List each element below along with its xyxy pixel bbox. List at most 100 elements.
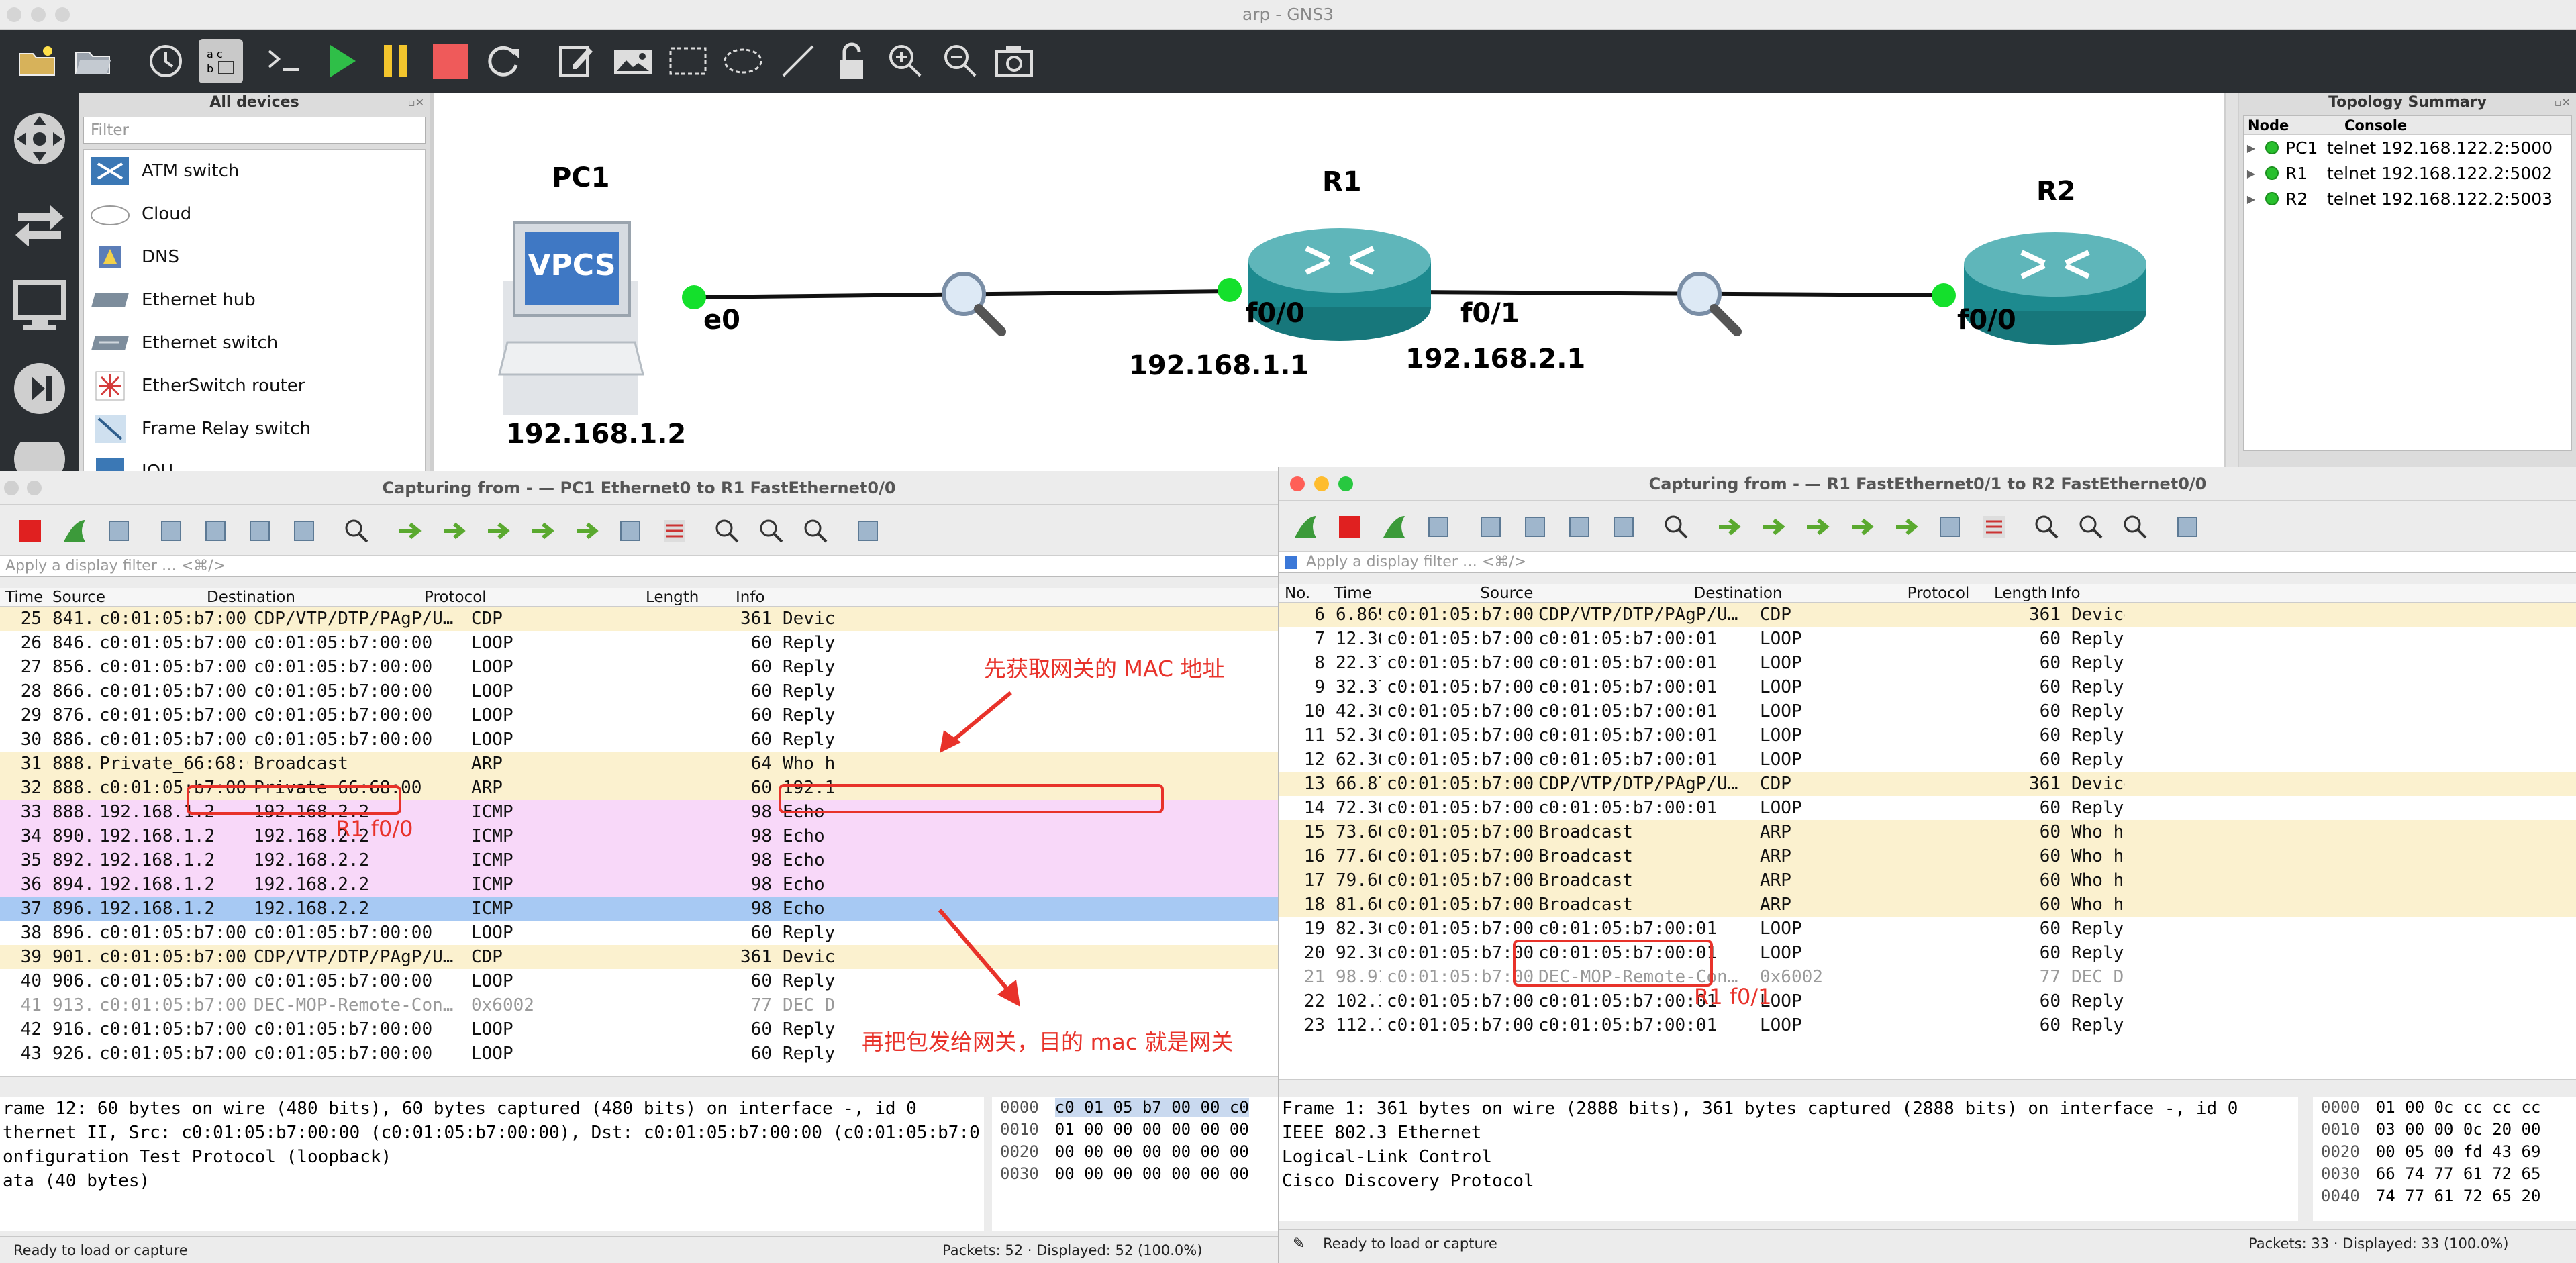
packet-row[interactable]: 2198.918946c0:01:05:b7:00:01DEC-MOP-Remo…: [1279, 965, 2576, 989]
detail-line[interactable]: rame 12: 60 bytes on wire (480 bits), 60…: [3, 1097, 984, 1121]
canvas-scrollbar[interactable]: [2226, 93, 2238, 476]
packet-row[interactable]: 7 12.361140 c0:01:05:b7:00:01c0:01:05:b7:0…: [1279, 627, 2576, 651]
packet-row[interactable]: 31 888.077428Private_66:68:00 Broadcast ARP…: [0, 752, 1278, 776]
resize-columns-icon[interactable]: [851, 514, 885, 548]
close-dot[interactable]: [7, 7, 21, 22]
packet-row[interactable]: 2092.365360c0:01:05:b7:00:01c0:01:05:b7:…: [1279, 941, 2576, 965]
packet-row[interactable]: 35 892.085333192.168.1.2 192.168.2.2 ICMP 98…: [0, 848, 1278, 872]
draw-ellipse-icon[interactable]: [721, 39, 765, 83]
insert-picture-icon[interactable]: [611, 39, 655, 83]
reload-file-icon[interactable]: [1607, 510, 1640, 544]
packet-row[interactable]: 40906.822128c0:01:05:b7:00:00c0:01:05:b7…: [0, 969, 1278, 993]
packet-row[interactable]: 23 112.367450 c0:01:05:b7:00:01c0:01:05:b7…: [1279, 1013, 2576, 1038]
resize-columns-icon[interactable]: [2171, 510, 2204, 544]
ws1-min-dot[interactable]: [27, 481, 42, 495]
reload-file-icon[interactable]: [287, 514, 321, 548]
ws2-zoom-dot[interactable]: [1338, 476, 1353, 491]
browse-switches-icon[interactable]: [9, 192, 70, 252]
go-forward-icon[interactable]: [436, 514, 470, 548]
find-packet-icon[interactable]: [340, 514, 373, 548]
close-file-icon[interactable]: [243, 514, 277, 548]
device-filter-input[interactable]: Filter: [83, 117, 426, 144]
summary-row-r1[interactable]: ▶ R1 telnet 192.168.122.2:5002: [2244, 160, 2571, 186]
device-item-cloud[interactable]: Cloud: [84, 193, 425, 236]
ws1-close-dot[interactable]: [4, 481, 19, 495]
expand-arrow-icon[interactable]: ▶: [2244, 167, 2259, 180]
draw-line-icon[interactable]: [776, 39, 820, 83]
stop-all-icon[interactable]: [428, 39, 473, 83]
col-header-protocol[interactable]: Protocol: [419, 588, 640, 606]
packet-row[interactable]: 19 82.368906 c0:01:05:b7:00:01c0:01:05:b7:…: [1279, 917, 2576, 941]
summary-row-pc1[interactable]: ▶ PC1 telnet 192.168.122.2:5000: [2244, 135, 2571, 160]
screenshot-icon[interactable]: [992, 39, 1036, 83]
packet-row[interactable]: 10 42.364117 c0:01:05:b7:00:01c0:01:05:b7:…: [1279, 699, 2576, 723]
colorize-icon[interactable]: [658, 514, 691, 548]
dock-float-icon[interactable]: ▫✕: [408, 93, 424, 113]
col-header-length[interactable]: Length: [1989, 584, 2046, 602]
zoom-out-icon[interactable]: [2074, 510, 2108, 544]
ws2-close-dot[interactable]: [1290, 476, 1305, 491]
detail-line[interactable]: Frame 1: 361 bytes on wire (2888 bits), …: [1282, 1097, 2298, 1121]
go-last-icon[interactable]: [1889, 510, 1922, 544]
col-header-length[interactable]: Length: [640, 588, 730, 606]
packet-row[interactable]: 39 901.361160c0:01:05:b7:00:00 CDP/VTP/DTP…: [0, 945, 1278, 969]
packet-row[interactable]: 25 841.353322c0:01:05:b7:00:00 CDP/VTP/DTP…: [0, 607, 1278, 631]
find-packet-icon[interactable]: [1659, 510, 1693, 544]
device-item-etherswitch-router[interactable]: EtherSwitch router: [84, 364, 425, 407]
zoom-in-icon[interactable]: [2030, 510, 2063, 544]
packet-row[interactable]: 18 81.607603 c0:01:05:b7:00:01Broadcast ARP…: [1279, 893, 2576, 917]
new-project-icon[interactable]: [15, 39, 59, 83]
dock-float-icon[interactable]: ▫✕: [2555, 93, 2571, 113]
device-item-frame-relay-switch[interactable]: Frame Relay switch: [84, 407, 425, 450]
go-forward-icon[interactable]: [1756, 510, 1789, 544]
col-header-no[interactable]: No.: [1279, 584, 1328, 602]
device-item-dns[interactable]: DNS: [84, 236, 425, 279]
packet-row[interactable]: 16 77.600527 c0:01:05:b7:00:01Broadcast ARP…: [1279, 844, 2576, 868]
zoom-in-icon[interactable]: [883, 39, 928, 83]
save-file-icon[interactable]: [1518, 510, 1552, 544]
device-item-atm-switch[interactable]: ATM switch: [84, 150, 425, 193]
capture-options-icon[interactable]: [102, 514, 136, 548]
ws1-display-filter[interactable]: Apply a display filter … <⌘/>: [0, 556, 1278, 577]
go-first-icon[interactable]: [525, 514, 558, 548]
capture-magnifier-2[interactable]: [1677, 272, 1742, 336]
packet-row[interactable]: 12 62.367915 c0:01:05:b7:00:01c0:01:05:b7:…: [1279, 748, 2576, 772]
minimize-dot[interactable]: [31, 7, 46, 22]
capture-magnifier-1[interactable]: [942, 272, 1006, 336]
device-item-ethernet-switch[interactable]: Ethernet switch: [84, 321, 425, 364]
packet-row[interactable]: 41 913.406207c0:01:05:b7:00:00 DEC-MOP-Rem…: [0, 993, 1278, 1017]
shark-fin-icon[interactable]: [1289, 510, 1322, 544]
packet-row[interactable]: 34890.084077192.168.1.2192.168.2.2ICMP98…: [0, 824, 1278, 848]
ws2-display-filter[interactable]: Apply a display filter … <⌘/>: [1279, 552, 2576, 573]
packet-row[interactable]: 9 32.370399 c0:01:05:b7:00:01c0:01:05:b7:0…: [1279, 675, 2576, 699]
go-last-icon[interactable]: [569, 514, 603, 548]
bookmark-icon[interactable]: [1285, 556, 1297, 569]
summary-row-r2[interactable]: ▶ R2 telnet 192.168.122.2:5003: [2244, 186, 2571, 211]
detail-line[interactable]: Logical-Link Control: [1282, 1145, 2298, 1169]
col-header-source[interactable]: Source: [47, 588, 201, 606]
packet-row[interactable]: 22102.370844c0:01:05:b7:00:01c0:01:05:b7…: [1279, 989, 2576, 1013]
col-header-time[interactable]: Time: [1328, 584, 1475, 602]
expand-arrow-icon[interactable]: ▶: [2244, 142, 2259, 154]
packet-row[interactable]: 17 79.608805 c0:01:05:b7:00:01Broadcast ARP…: [1279, 868, 2576, 893]
status-icon[interactable]: ✎: [1279, 1235, 1305, 1252]
packet-row[interactable]: 30886.823216c0:01:05:b7:00:00c0:01:05:b7…: [0, 727, 1278, 752]
lock-icon[interactable]: [830, 39, 874, 83]
go-back-icon[interactable]: [1712, 510, 1745, 544]
console-all-icon[interactable]: [262, 39, 306, 83]
zoom-out-icon[interactable]: [754, 514, 788, 548]
snapshot-icon[interactable]: [144, 39, 188, 83]
packet-row[interactable]: 36 894.085600192.168.1.2 192.168.2.2 ICMP 98…: [0, 872, 1278, 897]
colorize-icon[interactable]: [1977, 510, 2011, 544]
topology-canvas[interactable]: VPCS PC1 e0 192.168.1.2 R1 f0/0 f0/1 192…: [434, 93, 2224, 476]
capture-options-icon[interactable]: [1422, 510, 1455, 544]
zoom-out-icon[interactable]: [938, 39, 983, 83]
ws2-min-dot[interactable]: [1314, 476, 1329, 491]
open-project-icon[interactable]: [71, 39, 115, 83]
go-back-icon[interactable]: [392, 514, 426, 548]
col-header-protocol[interactable]: Protocol: [1902, 584, 1989, 602]
reload-all-icon[interactable]: [482, 39, 526, 83]
save-file-icon[interactable]: [199, 514, 232, 548]
browse-end-devices-icon[interactable]: [9, 275, 70, 336]
detail-line[interactable]: onfiguration Test Protocol (loopback): [3, 1145, 984, 1169]
